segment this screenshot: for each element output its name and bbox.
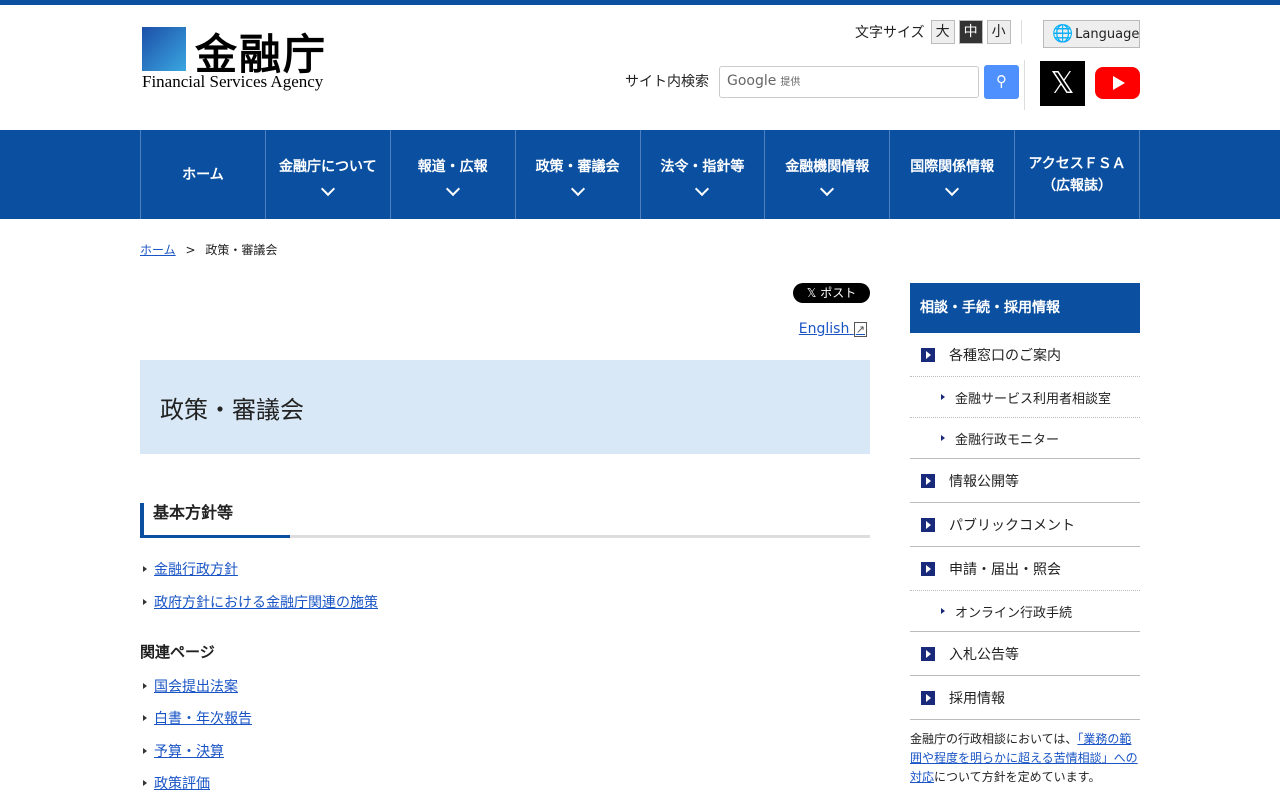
sidebar-item[interactable]: 各種窓口のご案内 [910, 333, 1140, 377]
arrow-icon [921, 561, 935, 576]
language-label: Language [1075, 26, 1140, 42]
x-link[interactable]: 𝕏 [1040, 61, 1085, 106]
nav-label: 国際関係情報 [910, 158, 995, 175]
breadcrumb-home[interactable]: ホーム [140, 243, 176, 257]
youtube-icon[interactable] [1095, 67, 1140, 99]
fsa-logo[interactable]: 金融庁 Financial Services Agency [140, 25, 335, 93]
search-button[interactable]: ⚲ [984, 65, 1019, 99]
nav-label: 法令・指針等 [660, 158, 745, 175]
nav-about[interactable]: 金融庁について [266, 130, 391, 219]
sidebar: 相談・手続・採用情報 各種窓口のご案内 金融サービス利用者相談室 金融行政モニタ… [910, 283, 1140, 787]
note-text: について方針を定めています。 [934, 770, 1101, 784]
external-link-icon: ↗ [853, 322, 867, 337]
sidebar-item-label: 申請・届出・照会 [949, 561, 1061, 578]
nav-label: アクセスＦＳＡ [1028, 155, 1126, 172]
sidebar-item[interactable]: 採用情報 [910, 676, 1140, 720]
breadcrumb: ホーム > 政策・審議会 [140, 241, 1140, 258]
search-icon: ⚲ [996, 72, 1007, 90]
divider [1024, 60, 1025, 110]
nav-institutions[interactable]: 金融機関情報 [765, 130, 891, 219]
link-government-policy[interactable]: 政府方針における金融庁関連の施策 [140, 592, 378, 612]
note-text: 金融庁の行政相談においては、 [910, 732, 1078, 746]
globe-icon: 🌐 [1052, 24, 1074, 44]
nav-press[interactable]: 報道・広報 [391, 130, 516, 219]
search-input[interactable]: Google 提供 [719, 66, 979, 98]
breadcrumb-separator: > [185, 243, 196, 257]
sidebar-subitem[interactable]: 金融行政モニター [910, 418, 1140, 459]
breadcrumb-current: 政策・審議会 [205, 243, 278, 257]
link-evaluation[interactable]: 政策評価 [140, 773, 210, 793]
arrow-icon [921, 517, 935, 532]
font-size-large-button[interactable]: 大 [930, 20, 955, 44]
logo-english: Financial Services Agency [142, 72, 324, 91]
link-bills[interactable]: 国会提出法案 [140, 676, 238, 696]
x-icon: 𝕏 [1050, 66, 1075, 101]
font-size-control: 文字サイズ 大 中 小 [855, 20, 1011, 44]
nav-label: 金融庁について [279, 158, 377, 175]
global-nav: ホーム 金融庁について 報道・広報 政策・審議会 法令・指針等 金融機関情報 国… [0, 130, 1280, 219]
divider [1021, 20, 1022, 44]
nav-access-fsa[interactable]: アクセスＦＳＡ （広報誌） [1015, 130, 1140, 219]
nav-international[interactable]: 国際関係情報 [890, 130, 1016, 219]
link-white-paper[interactable]: 白書・年次報告 [140, 708, 252, 728]
related-heading: 関連ページ [140, 643, 215, 661]
sidebar-item[interactable]: 入札公告等 [910, 632, 1140, 676]
header: 金融庁 Financial Services Agency 文字サイズ 大 中 … [140, 5, 1140, 130]
font-size-label: 文字サイズ [855, 25, 925, 41]
sidebar-item-label: 入札公告等 [949, 646, 1019, 663]
arrow-icon [921, 690, 935, 705]
nav-label: ホーム [182, 166, 224, 183]
nav-label: （広報誌） [1042, 177, 1113, 194]
sidebar-item-label: パブリックコメント [949, 517, 1075, 534]
nav-label: 金融機関情報 [785, 158, 870, 175]
chevron-down-icon [820, 181, 835, 196]
search-label: サイト内検索 [625, 74, 709, 90]
sidebar-subitem[interactable]: オンライン行政手続 [910, 591, 1140, 632]
nav-policy[interactable]: 政策・審議会 [516, 130, 641, 219]
x-post-button[interactable]: 𝕏 ポスト [793, 283, 870, 303]
chevron-down-icon [445, 181, 460, 196]
section-heading: 基本方針等 [140, 503, 870, 538]
search-provided: 提供 [780, 77, 801, 88]
sidebar-subitem[interactable]: 金融サービス利用者相談室 [910, 377, 1140, 418]
chevron-down-icon [695, 181, 710, 196]
sidebar-item[interactable]: 情報公開等 [910, 459, 1140, 503]
sidebar-item[interactable]: 申請・届出・照会 [910, 547, 1140, 591]
search-placeholder: Google [727, 73, 777, 89]
arrow-icon [921, 646, 935, 661]
nav-laws[interactable]: 法令・指針等 [641, 130, 766, 219]
chevron-down-icon [570, 181, 585, 196]
nav-label: 政策・審議会 [535, 158, 620, 175]
nav-label: 報道・広報 [417, 158, 488, 175]
page-title: 政策・審議会 [140, 360, 870, 454]
sidebar-item-label: 採用情報 [949, 690, 1005, 707]
link-policy[interactable]: 金融行政方針 [140, 559, 238, 579]
english-label: English [798, 321, 850, 337]
chevron-down-icon [945, 181, 960, 196]
arrow-icon [921, 347, 935, 362]
logo-mark-icon [142, 27, 186, 71]
sidebar-item-label: 各種窓口のご案内 [949, 347, 1061, 364]
language-button[interactable]: 🌐 Language [1043, 20, 1140, 48]
sidebar-item-label: 情報公開等 [949, 473, 1019, 490]
link-budget[interactable]: 予算・決算 [140, 741, 224, 761]
nav-home[interactable]: ホーム [141, 130, 266, 219]
english-link[interactable]: English ↗ [799, 321, 867, 337]
font-size-small-button[interactable]: 小 [986, 20, 1011, 44]
chevron-down-icon [320, 181, 335, 196]
sidebar-note: 金融庁の行政相談においては、「業務の範囲や程度を明らかに超える苦情相談」への対応… [910, 730, 1140, 787]
font-size-medium-button[interactable]: 中 [958, 20, 983, 44]
sidebar-item[interactable]: パブリックコメント [910, 503, 1140, 547]
sidebar-heading: 相談・手続・採用情報 [910, 283, 1140, 333]
arrow-icon [921, 473, 935, 488]
